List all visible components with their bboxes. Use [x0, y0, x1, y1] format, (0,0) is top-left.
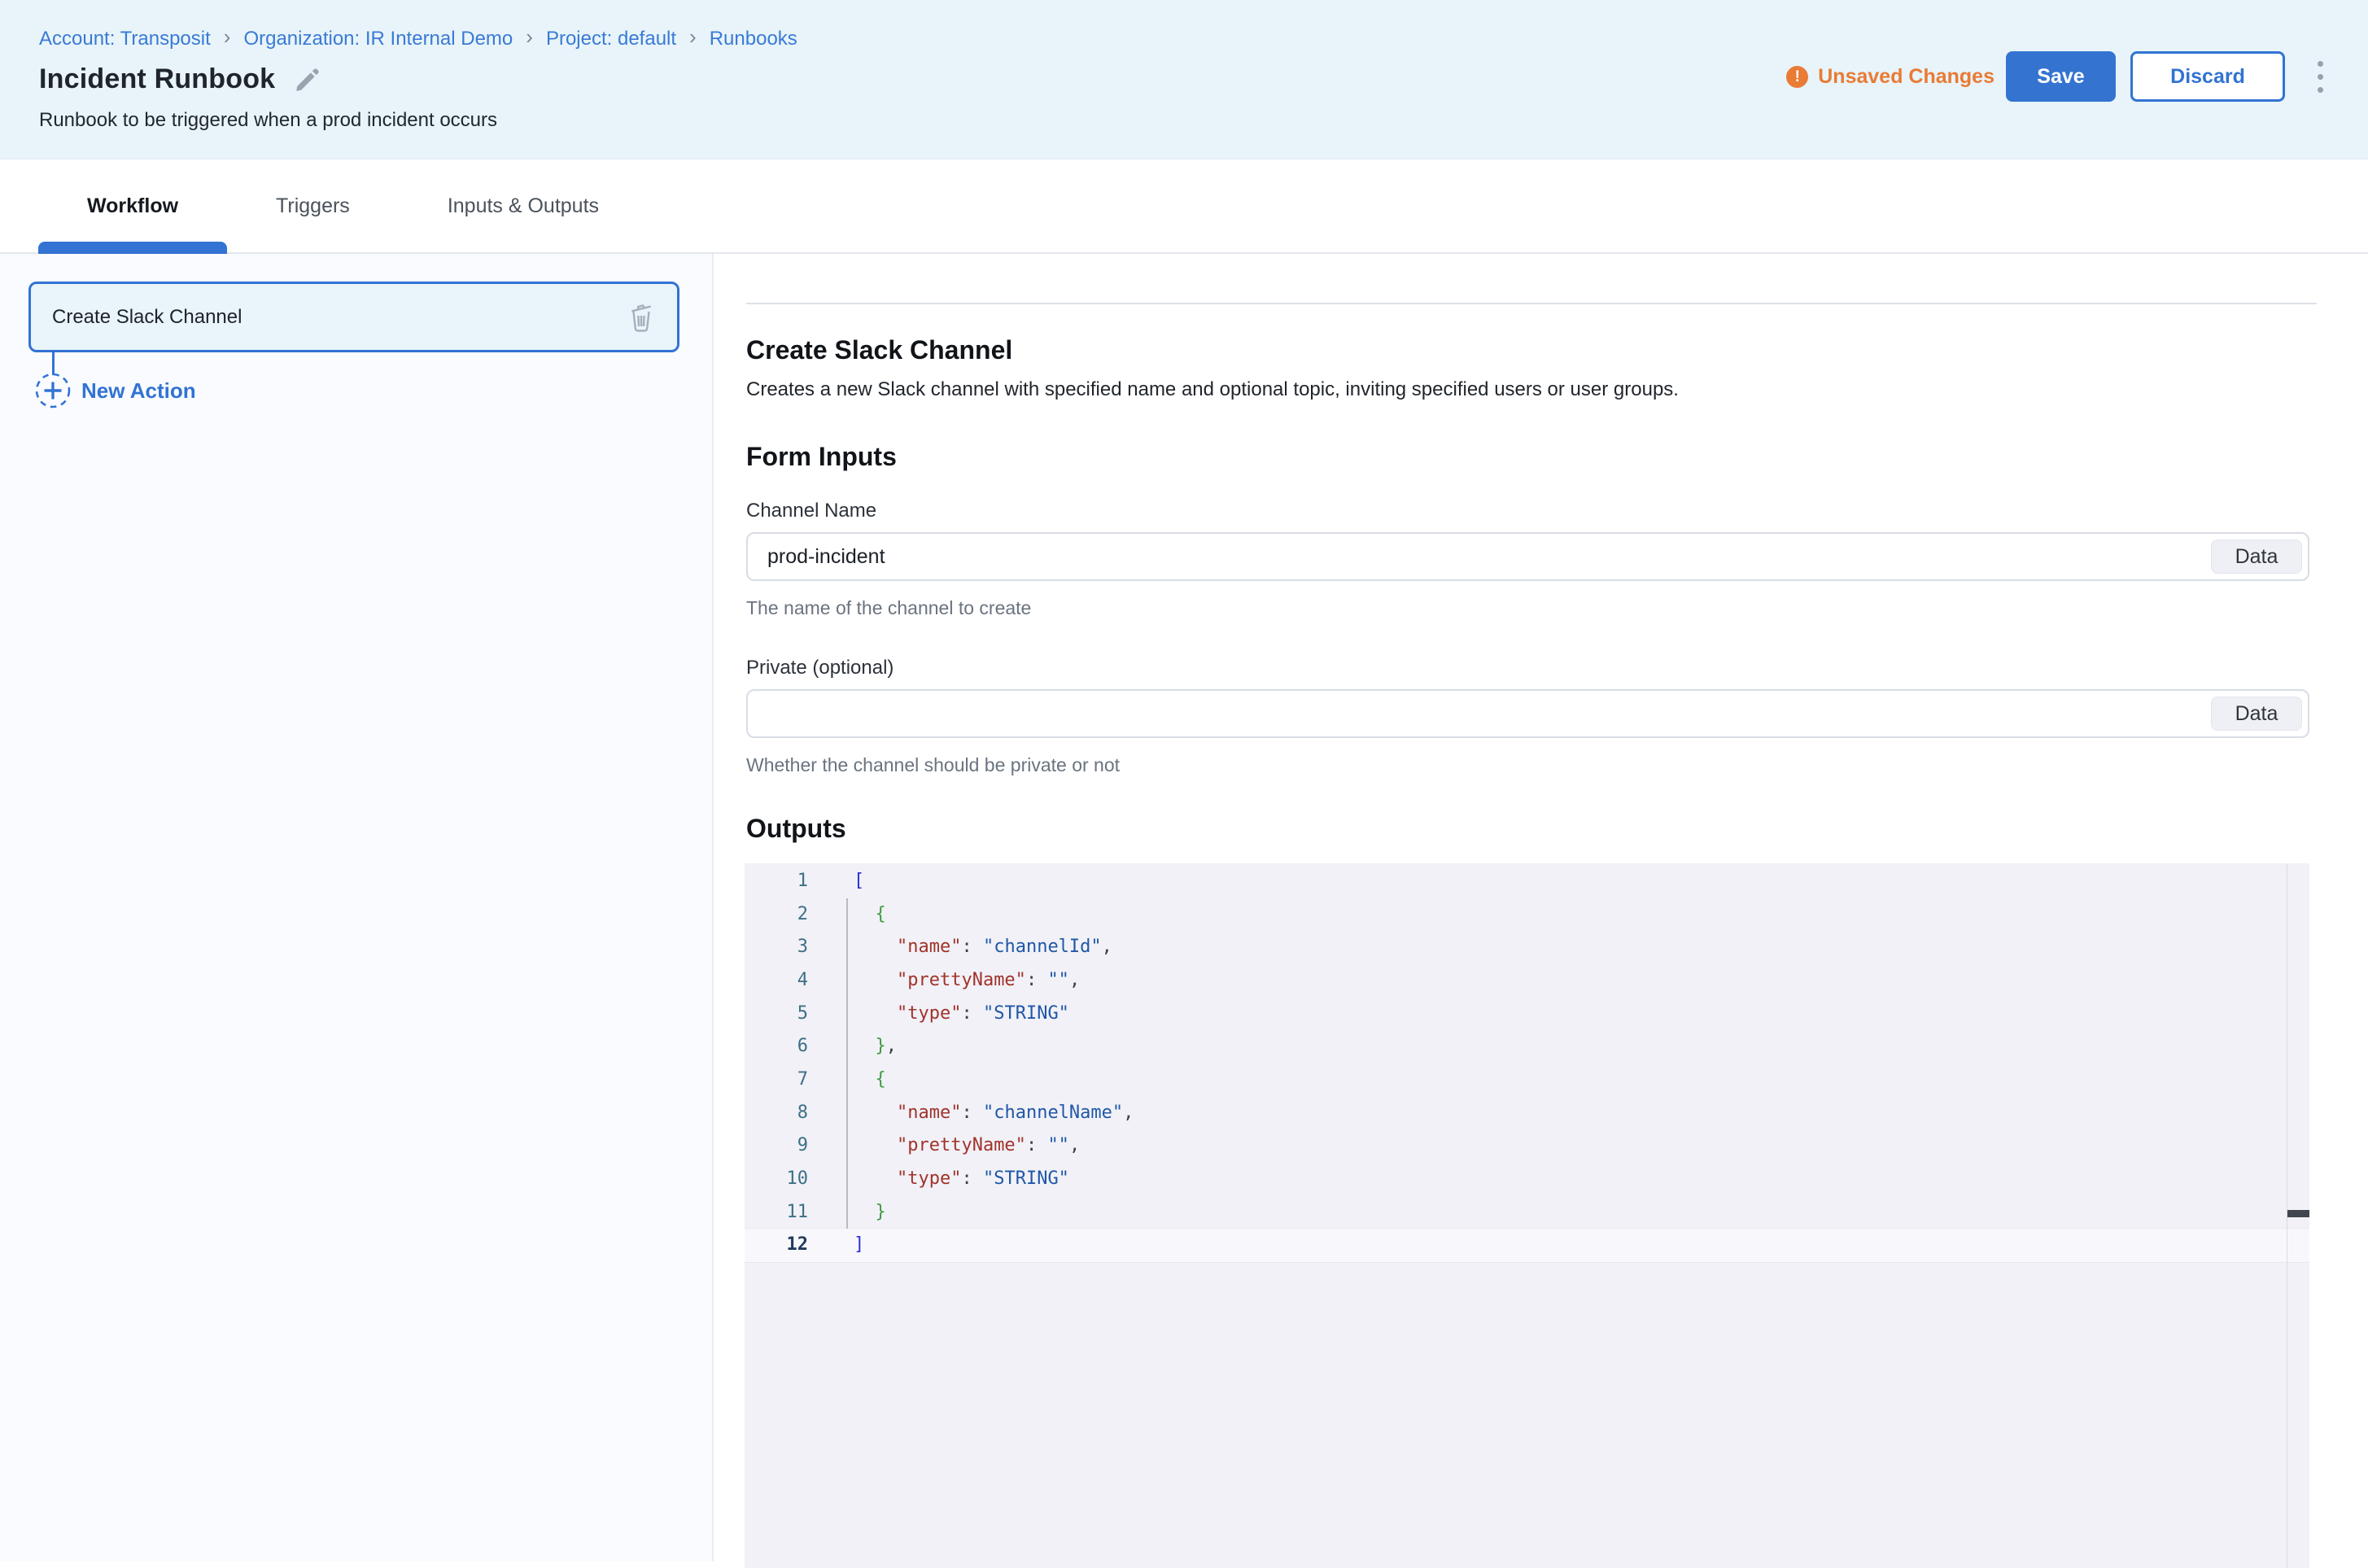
channel-name-input[interactable] — [748, 534, 2308, 579]
breadcrumb-project[interactable]: Project: default — [546, 28, 676, 50]
line-number: 5 — [745, 998, 830, 1031]
code-line[interactable]: 9 "prettyName": "", — [745, 1129, 2309, 1163]
editor-scrollbar-mark[interactable] — [2287, 1210, 2309, 1217]
tab-inputs-outputs[interactable]: Inputs & Outputs — [399, 159, 648, 252]
breadcrumb-runbooks[interactable]: Runbooks — [710, 28, 797, 50]
more-options-kebab-icon[interactable] — [2306, 51, 2334, 102]
indent-guide-line — [846, 898, 848, 1229]
private-input[interactable] — [748, 691, 2308, 736]
breadcrumb-account[interactable]: Account: Transposit — [39, 28, 211, 50]
code-line[interactable]: 3 "name": "channelId", — [745, 931, 2309, 964]
outputs-code-editor[interactable]: 1[2 {3 "name": "channelId",4 "prettyName… — [745, 863, 2309, 1568]
workflow-steps-panel: Create Slack Channel New Action — [0, 254, 714, 1561]
line-number: 1 — [745, 865, 830, 898]
channel-name-field: Data — [746, 532, 2309, 581]
code-line[interactable]: 2 { — [745, 898, 2309, 932]
breadcrumb-separator-icon: › — [689, 24, 697, 50]
action-detail-pane: Create Slack Channel Creates a new Slack… — [714, 254, 2368, 1561]
code-line[interactable]: 1[ — [745, 865, 2309, 898]
channel-name-help: The name of the channel to create — [746, 597, 2368, 619]
line-number: 10 — [745, 1163, 830, 1196]
header-actions: ! Unsaved Changes Save Discard — [1786, 51, 2334, 102]
code-line[interactable]: 12] — [745, 1229, 2309, 1262]
breadcrumb-separator-icon: › — [526, 24, 533, 50]
line-number: 8 — [745, 1097, 830, 1130]
code-editor-lines: 1[2 {3 "name": "channelId",4 "prettyName… — [745, 865, 2309, 1262]
channel-name-label: Channel Name — [746, 500, 2368, 522]
code-line[interactable]: 8 "name": "channelName", — [745, 1097, 2309, 1130]
unsaved-changes-label: Unsaved Changes — [1818, 65, 1994, 89]
private-data-button[interactable]: Data — [2211, 697, 2302, 731]
line-number: 9 — [745, 1129, 830, 1163]
page-header: Account: Transposit › Organization: IR I… — [0, 0, 2368, 159]
code-line[interactable]: 6 }, — [745, 1030, 2309, 1064]
action-card-create-slack-channel[interactable]: Create Slack Channel — [28, 282, 679, 352]
delete-action-trash-icon[interactable] — [627, 301, 656, 334]
discard-button[interactable]: Discard — [2130, 51, 2285, 102]
page-subtitle: Runbook to be triggered when a prod inci… — [39, 109, 497, 132]
line-number: 7 — [745, 1064, 830, 1097]
warning-icon: ! — [1786, 66, 1808, 88]
breadcrumb: Account: Transposit › Organization: IR I… — [39, 26, 797, 51]
unsaved-changes-status: ! Unsaved Changes — [1786, 65, 1994, 89]
page-title: Incident Runbook — [39, 63, 275, 95]
line-number: 3 — [745, 931, 830, 964]
line-number: 4 — [745, 964, 830, 998]
breadcrumb-separator-icon: › — [224, 24, 231, 50]
action-description: Creates a new Slack channel with specifi… — [746, 378, 2368, 401]
private-help: Whether the channel should be private or… — [746, 754, 2368, 776]
new-action-button[interactable]: New Action — [34, 372, 196, 409]
save-button[interactable]: Save — [2006, 51, 2116, 102]
content-area: Create Slack Channel New Action — [0, 254, 2368, 1561]
line-number: 11 — [745, 1196, 830, 1230]
line-number: 6 — [745, 1030, 830, 1064]
tab-bar: Workflow Triggers Inputs & Outputs — [0, 159, 2368, 254]
edit-title-pencil-icon[interactable] — [293, 65, 322, 94]
code-line[interactable]: 4 "prettyName": "", — [745, 964, 2309, 998]
private-field: Data — [746, 689, 2309, 738]
plus-circle-icon — [34, 372, 72, 409]
tab-triggers[interactable]: Triggers — [227, 159, 399, 252]
title-row: Incident Runbook — [39, 63, 322, 95]
action-card-label: Create Slack Channel — [52, 306, 242, 329]
outputs-heading: Outputs — [746, 814, 2368, 844]
channel-name-data-button[interactable]: Data — [2211, 539, 2302, 574]
code-line[interactable]: 7 { — [745, 1064, 2309, 1097]
line-number: 12 — [745, 1229, 830, 1262]
line-number: 2 — [745, 898, 830, 932]
breadcrumb-organization[interactable]: Organization: IR Internal Demo — [243, 28, 513, 50]
code-line[interactable]: 11 } — [745, 1196, 2309, 1230]
form-inputs-heading: Form Inputs — [746, 442, 2368, 472]
new-action-label: New Action — [81, 378, 196, 404]
code-line[interactable]: 10 "type": "STRING" — [745, 1163, 2309, 1196]
editor-scrollbar-track[interactable] — [2287, 863, 2309, 1568]
action-title: Create Slack Channel — [746, 335, 2368, 365]
tab-workflow[interactable]: Workflow — [38, 159, 227, 252]
app-window: { "breadcrumb": { "separator": "\u203a",… — [0, 0, 2368, 1564]
code-line[interactable]: 5 "type": "STRING" — [745, 998, 2309, 1031]
section-divider — [746, 303, 2317, 304]
private-label: Private (optional) — [746, 657, 2368, 679]
